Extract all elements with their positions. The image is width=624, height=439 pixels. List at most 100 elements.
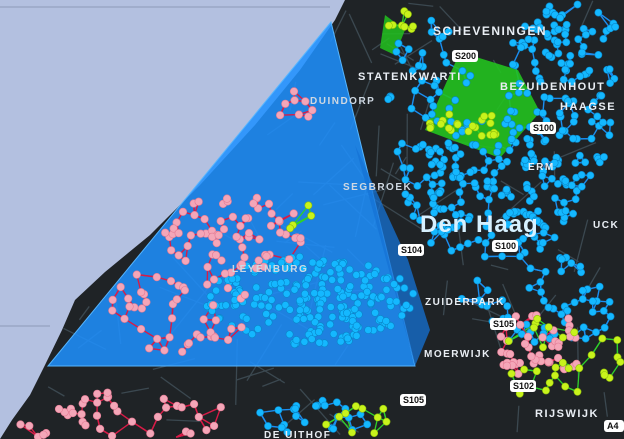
cyan-point[interactable] — [392, 297, 401, 306]
pink-point[interactable] — [538, 333, 547, 342]
cyan-point[interactable] — [444, 139, 453, 148]
pink-point[interactable] — [39, 430, 48, 439]
pink-point[interactable] — [216, 403, 225, 412]
cyan-point[interactable] — [321, 273, 329, 282]
cyan-point[interactable] — [593, 112, 602, 121]
cyan-point[interactable] — [494, 141, 503, 150]
cyan-point[interactable] — [404, 45, 413, 54]
yellow-point[interactable] — [539, 343, 547, 352]
cyan-point[interactable] — [570, 298, 579, 307]
cyan-point[interactable] — [352, 321, 361, 330]
pink-point[interactable] — [108, 431, 117, 439]
cyan-point[interactable] — [411, 144, 420, 153]
cyan-point[interactable] — [427, 110, 436, 119]
cyan-point[interactable] — [393, 147, 402, 156]
pink-point[interactable] — [168, 314, 177, 323]
cyan-point[interactable] — [427, 238, 435, 247]
cyan-point[interactable] — [532, 67, 540, 75]
cyan-point[interactable] — [398, 139, 406, 148]
cyan-point[interactable] — [382, 285, 391, 294]
cyan-point[interactable] — [557, 267, 566, 276]
yellow-point[interactable] — [489, 131, 498, 139]
cyan-point[interactable] — [576, 72, 584, 81]
yellow-point[interactable] — [551, 371, 559, 380]
cyan-point[interactable] — [366, 299, 375, 308]
yellow-point[interactable] — [487, 111, 496, 120]
pink-point[interactable] — [127, 417, 137, 426]
yellow-point[interactable] — [598, 334, 607, 343]
cyan-point[interactable] — [606, 312, 615, 321]
cyan-point[interactable] — [364, 326, 373, 334]
cyan-point[interactable] — [390, 280, 398, 289]
yellow-point[interactable] — [520, 365, 528, 374]
cyan-point[interactable] — [525, 283, 534, 292]
cyan-point[interactable] — [430, 171, 439, 180]
pink-point[interactable] — [274, 216, 284, 225]
cyan-point[interactable] — [329, 329, 338, 338]
yellow-point[interactable] — [542, 386, 550, 395]
cyan-point[interactable] — [561, 30, 569, 39]
cyan-point[interactable] — [422, 173, 431, 182]
map-svg[interactable]: SCHEVENINGEN STATENKWARTI BEZUIDENHOUT H… — [0, 0, 624, 439]
pink-point[interactable] — [544, 357, 553, 366]
cyan-point[interactable] — [509, 60, 517, 69]
cyan-point[interactable] — [588, 308, 597, 316]
cyan-point[interactable] — [346, 282, 355, 291]
cyan-point[interactable] — [436, 160, 445, 169]
cyan-point[interactable] — [276, 278, 285, 287]
cyan-point[interactable] — [471, 141, 480, 149]
cyan-point[interactable] — [296, 306, 304, 315]
cyan-point[interactable] — [573, 0, 582, 9]
pink-point[interactable] — [554, 342, 563, 351]
cyan-point[interactable] — [451, 143, 459, 152]
cyan-point[interactable] — [267, 295, 276, 304]
cyan-point[interactable] — [594, 51, 603, 59]
cyan-point[interactable] — [399, 163, 408, 172]
pink-point[interactable] — [255, 235, 264, 244]
cyan-point[interactable] — [557, 310, 566, 319]
cyan-point[interactable] — [377, 293, 386, 301]
cyan-point[interactable] — [409, 212, 418, 220]
pink-point[interactable] — [202, 426, 211, 435]
cyan-point[interactable] — [339, 292, 347, 301]
cyan-point[interactable] — [407, 104, 416, 113]
cyan-point[interactable] — [597, 91, 606, 100]
yellow-point[interactable] — [616, 358, 624, 366]
cyan-point[interactable] — [212, 286, 220, 295]
cyan-point[interactable] — [326, 268, 335, 277]
cyan-point[interactable] — [371, 308, 379, 317]
cyan-point[interactable] — [406, 164, 414, 173]
pink-point[interactable] — [211, 316, 220, 325]
cyan-point[interactable] — [435, 88, 443, 96]
cyan-point[interactable] — [517, 43, 525, 52]
pink-point[interactable] — [137, 325, 146, 334]
cyan-point[interactable] — [541, 267, 550, 276]
cyan-point[interactable] — [605, 131, 614, 140]
cyan-point[interactable] — [587, 117, 596, 126]
cyan-point[interactable] — [502, 185, 511, 194]
pink-point[interactable] — [153, 334, 162, 343]
yellow-point[interactable] — [382, 417, 391, 426]
cyan-point[interactable] — [402, 301, 411, 309]
cyan-point[interactable] — [363, 287, 371, 296]
pink-point[interactable] — [159, 394, 168, 404]
cyan-point[interactable] — [560, 198, 568, 207]
yellow-point[interactable] — [600, 371, 609, 379]
yellow-point[interactable] — [341, 409, 350, 418]
cyan-point[interactable] — [554, 179, 562, 188]
pink-point[interactable] — [93, 389, 102, 398]
cyan-point[interactable] — [562, 38, 571, 47]
cyan-point[interactable] — [336, 276, 345, 285]
pink-point[interactable] — [289, 87, 299, 96]
cyan-point[interactable] — [301, 281, 310, 290]
cyan-point[interactable] — [316, 289, 325, 298]
pink-point[interactable] — [267, 209, 276, 218]
cyan-point[interactable] — [342, 308, 351, 317]
cyan-point[interactable] — [274, 406, 283, 414]
pink-point[interactable] — [174, 251, 183, 260]
cyan-point[interactable] — [571, 159, 580, 167]
yellow-point[interactable] — [477, 131, 486, 140]
yellow-point[interactable] — [480, 112, 489, 121]
pink-point[interactable] — [80, 395, 90, 404]
cyan-point[interactable] — [392, 47, 401, 56]
